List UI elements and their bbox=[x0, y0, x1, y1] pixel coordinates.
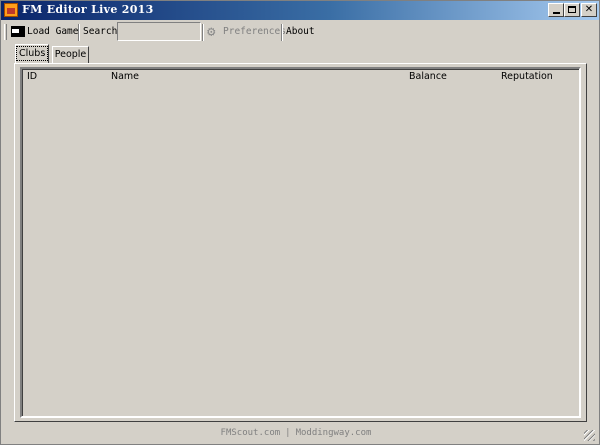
tab-clubs[interactable]: Clubs bbox=[15, 44, 49, 63]
preferences-label: Preferences bbox=[223, 26, 286, 37]
tab-panel: ID Name Balance Reputation bbox=[14, 63, 587, 422]
status-bar: FMScout.com | Moddingway.com bbox=[1, 424, 599, 444]
window-title: FM Editor Live 2013 bbox=[22, 3, 154, 16]
toolbar-separator bbox=[202, 24, 204, 41]
toolbar: Load Game Search ⚙ Preferences About bbox=[1, 21, 599, 43]
status-separator: | bbox=[285, 428, 291, 438]
preferences-button[interactable]: ⚙ Preferences bbox=[207, 24, 286, 40]
title-bar[interactable]: FM Editor Live 2013 ✕ bbox=[1, 1, 599, 20]
toolbar-separator bbox=[78, 24, 80, 41]
maximize-button[interactable] bbox=[564, 3, 580, 17]
fmscout-link[interactable]: FMScout.com bbox=[221, 428, 281, 438]
toolbar-separator bbox=[281, 24, 283, 41]
folder-open-icon bbox=[11, 26, 25, 37]
close-button[interactable]: ✕ bbox=[581, 3, 597, 17]
minimize-icon bbox=[552, 12, 560, 14]
tab-people[interactable]: People bbox=[52, 46, 89, 63]
column-header-reputation[interactable]: Reputation bbox=[501, 71, 553, 82]
minimize-button[interactable] bbox=[548, 3, 564, 17]
load-game-button[interactable]: Load Game bbox=[11, 24, 78, 40]
column-header-name[interactable]: Name bbox=[111, 71, 139, 82]
status-links: FMScout.com | Moddingway.com bbox=[1, 428, 591, 438]
about-button[interactable]: About bbox=[286, 24, 315, 40]
tab-people-label: People bbox=[54, 49, 87, 60]
main-window: FM Editor Live 2013 ✕ Load Game Search ⚙… bbox=[0, 0, 600, 445]
close-icon: ✕ bbox=[584, 4, 594, 15]
app-icon[interactable] bbox=[4, 3, 18, 17]
column-header-balance[interactable]: Balance bbox=[409, 71, 447, 82]
gear-icon: ⚙ bbox=[207, 24, 216, 40]
toolbar-grip[interactable] bbox=[4, 24, 7, 40]
tab-clubs-label: Clubs bbox=[16, 46, 49, 61]
search-input[interactable] bbox=[117, 22, 201, 41]
clubs-list[interactable]: ID Name Balance Reputation bbox=[20, 67, 581, 418]
moddingway-link[interactable]: Moddingway.com bbox=[296, 428, 372, 438]
maximize-icon bbox=[568, 6, 576, 13]
column-header-id[interactable]: ID bbox=[27, 71, 37, 82]
load-game-label: Load Game bbox=[27, 26, 79, 37]
resize-grip-icon[interactable] bbox=[584, 430, 595, 441]
search-label: Search bbox=[83, 26, 118, 37]
